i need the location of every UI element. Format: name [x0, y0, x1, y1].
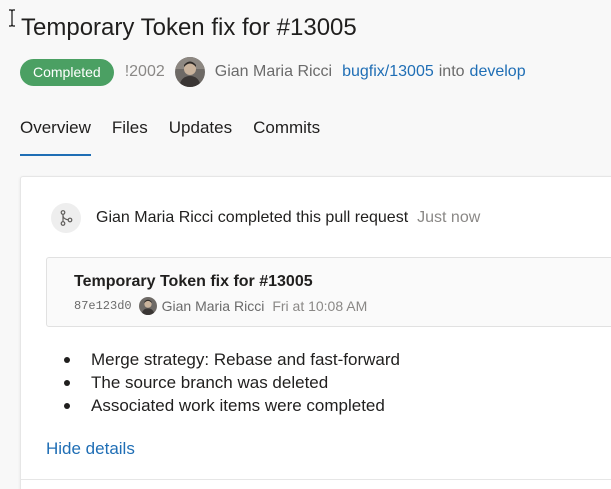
commit-summary[interactable]: Temporary Token fix for #13005 87e123d0 … — [46, 257, 611, 327]
list-item: Associated work items were completed — [64, 394, 400, 417]
list-item: Merge strategy: Rebase and fast-forward — [64, 348, 400, 371]
commit-author-avatar — [138, 297, 157, 315]
avatar[interactable] — [174, 57, 205, 87]
page-title: Temporary Token fix for #13005 — [21, 14, 357, 41]
source-branch-link[interactable]: bugfix/13005 — [342, 63, 434, 81]
list-item: The source branch was deleted — [64, 371, 400, 394]
target-branch-link[interactable]: develop — [470, 63, 526, 81]
activity-row: Gian Maria Ricci completed this pull req… — [51, 202, 480, 234]
tab-commits[interactable]: Commits — [253, 116, 320, 156]
commit-meta: 87e123d0 Gian Maria Ricci Fri at 10:08 A… — [74, 296, 367, 316]
commit-timestamp: Fri at 10:08 AM — [272, 298, 368, 314]
pr-id: !2002 — [124, 63, 165, 80]
tab-overview[interactable]: Overview — [20, 116, 91, 156]
commit-title[interactable]: Temporary Token fix for #13005 — [74, 273, 313, 291]
merge-icon — [51, 203, 81, 233]
pr-tabs: Overview Files Updates Commits — [20, 116, 341, 156]
completion-details: Merge strategy: Rebase and fast-forward … — [64, 348, 400, 417]
commit-sha[interactable]: 87e123d0 — [74, 299, 132, 313]
activity-timestamp: Just now — [417, 209, 481, 226]
author-name[interactable]: Gian Maria Ricci — [215, 63, 332, 81]
into-label: into — [438, 63, 465, 80]
tab-updates[interactable]: Updates — [169, 116, 232, 156]
text-cursor-icon — [9, 9, 15, 27]
divider — [21, 479, 611, 480]
tab-files[interactable]: Files — [112, 116, 148, 156]
activity-text: Gian Maria Ricci completed this pull req… — [96, 209, 409, 226]
activity-card: Gian Maria Ricci completed this pull req… — [20, 176, 611, 489]
commit-author: Gian Maria Ricci — [161, 298, 265, 314]
status-badge: Completed — [20, 58, 114, 86]
hide-details-link[interactable]: Hide details — [46, 439, 135, 459]
pr-meta: Completed !2002 Gian Maria Ricci bugfix/… — [20, 57, 526, 87]
